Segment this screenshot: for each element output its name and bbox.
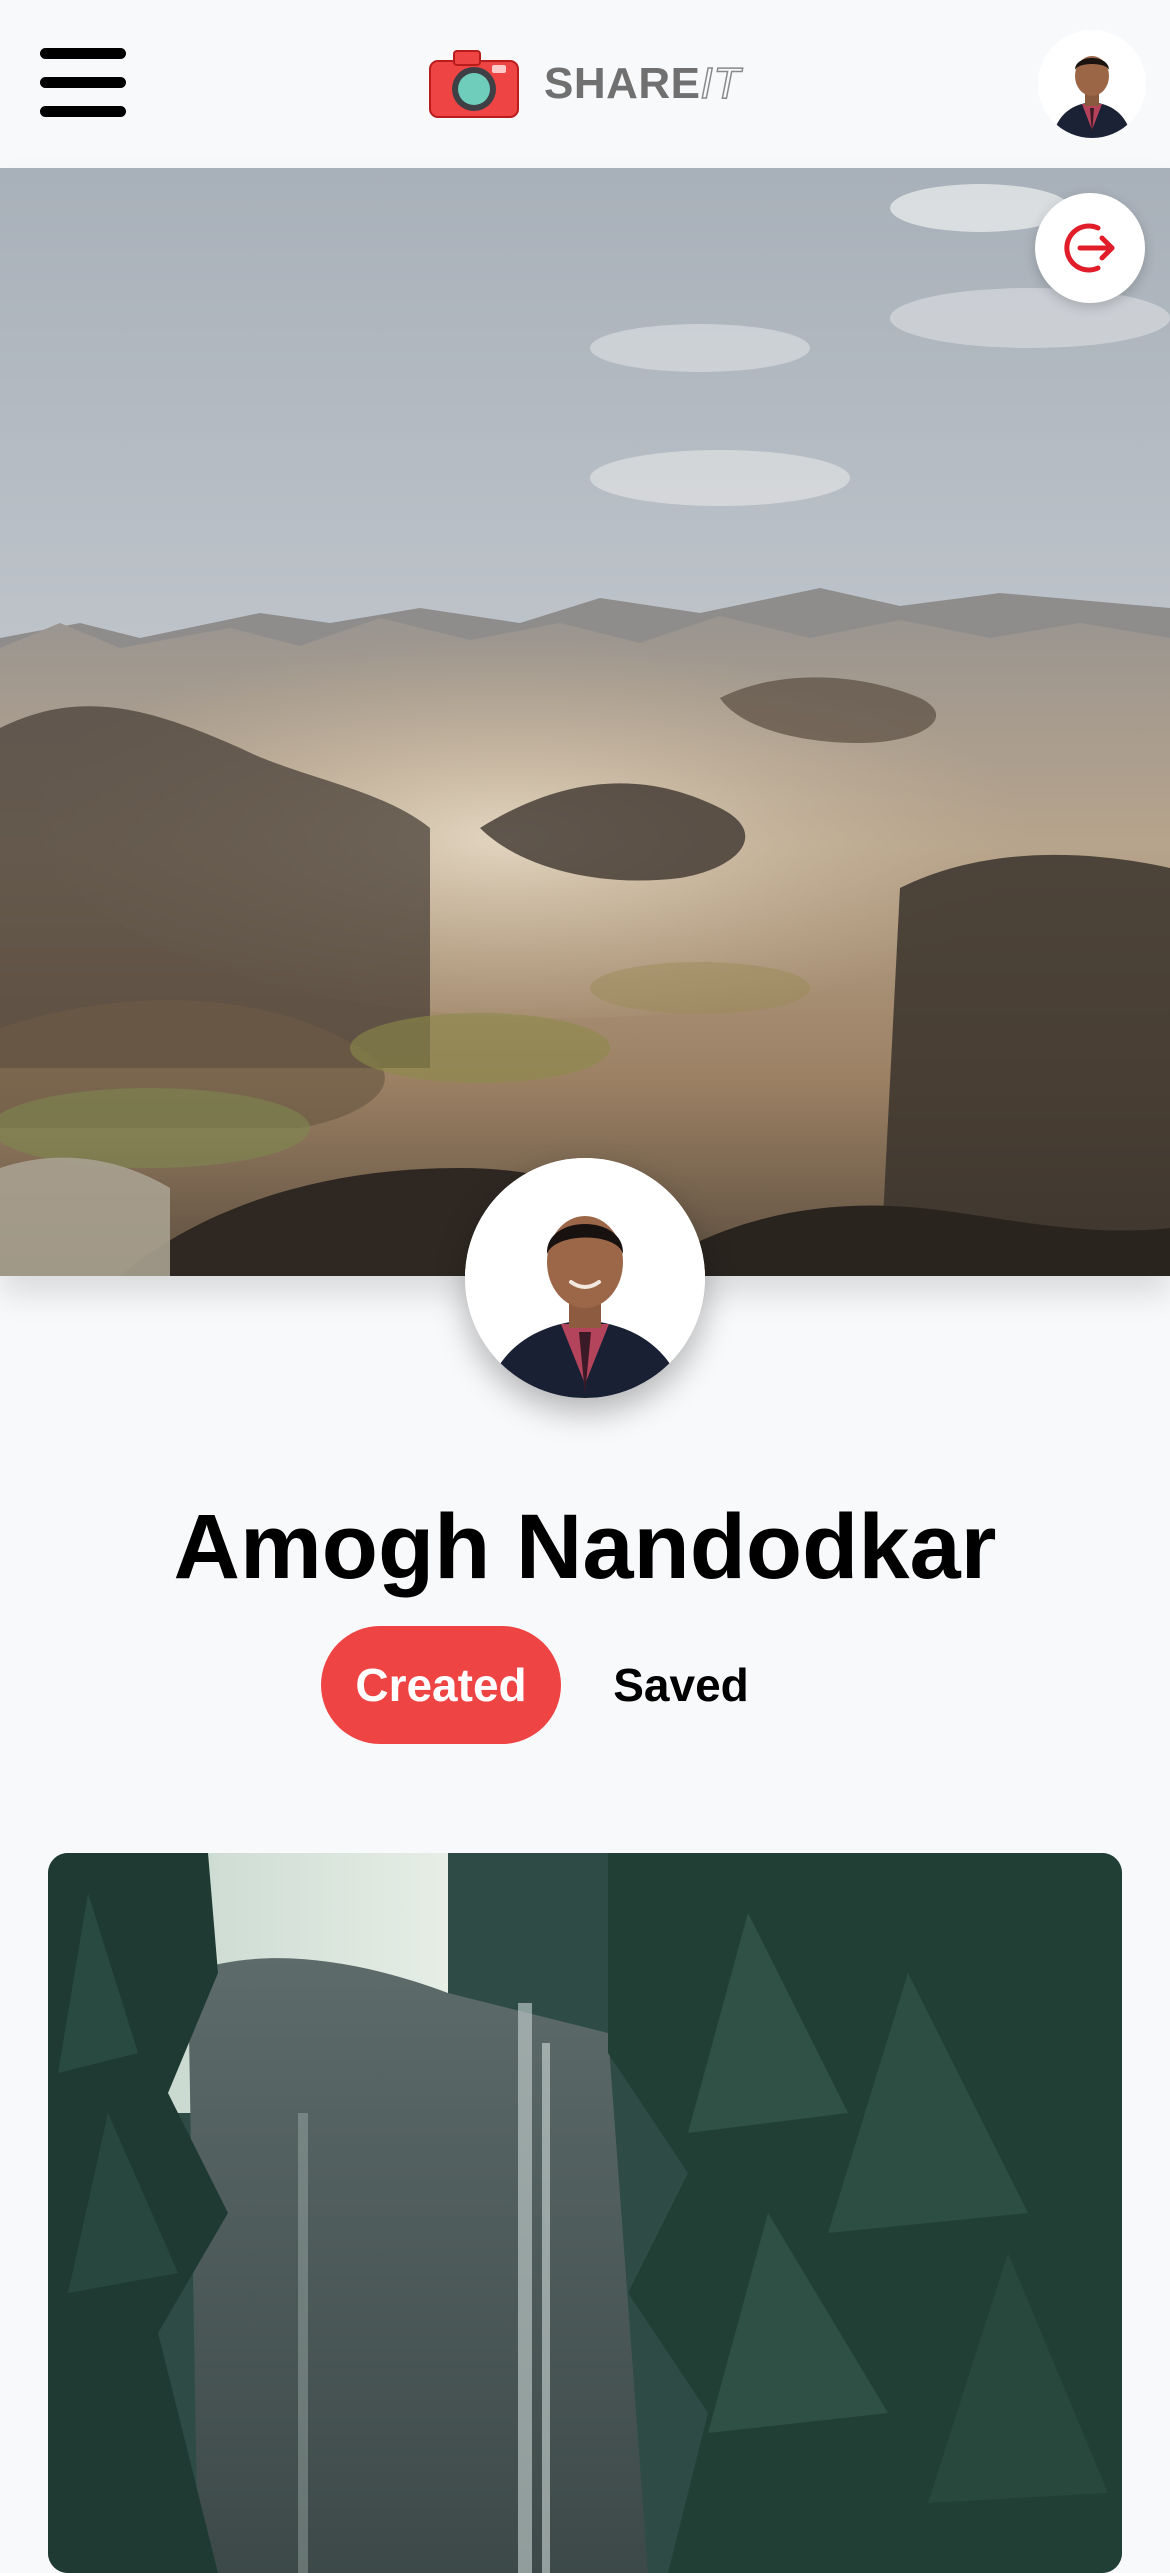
tab-saved[interactable]: Saved xyxy=(589,1626,773,1744)
app-logo[interactable]: SHARE IT xyxy=(428,46,741,122)
brand-suffix: IT xyxy=(700,58,741,109)
brand-wordmark: SHARE IT xyxy=(544,58,741,109)
hamburger-menu-icon[interactable] xyxy=(40,44,126,122)
camera-icon xyxy=(428,49,520,119)
user-avatar[interactable] xyxy=(1038,30,1146,138)
profile-photo xyxy=(465,1158,705,1398)
cover-image-desert-hills xyxy=(0,168,1170,1276)
logout-button[interactable] xyxy=(1035,193,1145,303)
brand-main: SHARE xyxy=(544,59,701,108)
profile-name: Amogh Nandodkar xyxy=(173,1495,997,1598)
top-navbar: SHARE IT xyxy=(0,0,1170,168)
logout-icon xyxy=(1064,223,1115,273)
pin-card-waterfall[interactable] xyxy=(48,1853,1122,2573)
tab-created[interactable]: Created xyxy=(321,1626,561,1744)
